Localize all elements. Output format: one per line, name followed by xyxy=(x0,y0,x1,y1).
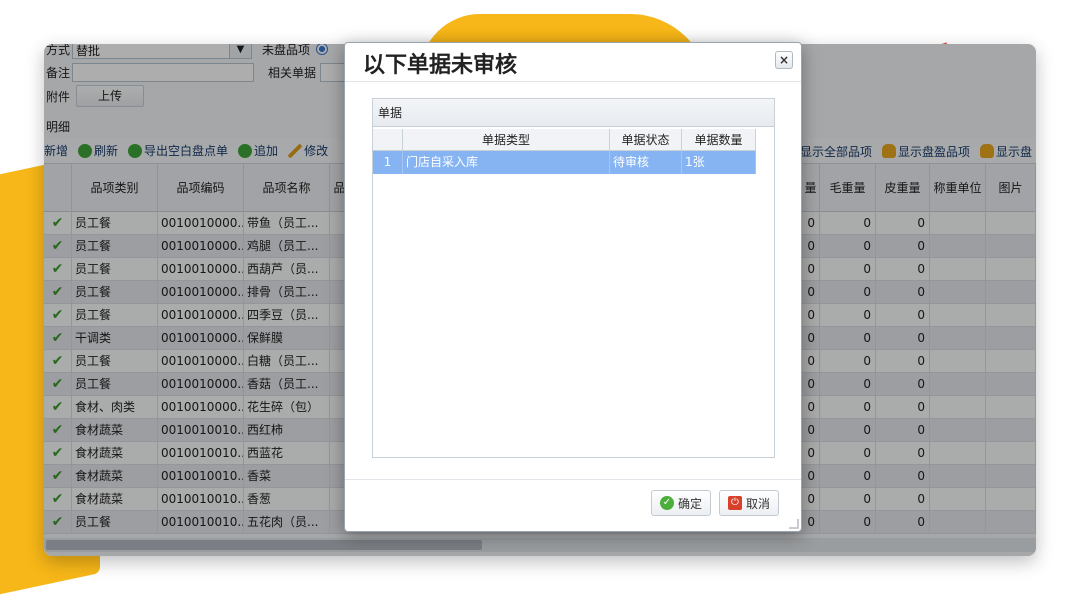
confirm-button[interactable]: ✓ 确定 xyxy=(651,490,712,516)
resize-grip-icon[interactable] xyxy=(789,519,799,529)
check-icon: ✓ xyxy=(660,496,674,510)
close-icon[interactable]: × xyxy=(775,51,793,69)
header-doc-type[interactable]: 单据类型 xyxy=(403,129,610,151)
header-doc-count[interactable]: 单据数量 xyxy=(682,129,756,151)
table-row[interactable]: 1 门店自采入库 待审核 1张 xyxy=(373,151,756,174)
power-icon: ⏻ xyxy=(728,496,742,510)
panel-title: 单据 xyxy=(373,99,774,127)
row-doc-status: 待审核 xyxy=(610,151,682,174)
unreviewed-docs-dialog: 以下单据未审核 × 单据 单据类型 单据状态 单据数量 1 门店自采入库 待审核… xyxy=(344,42,802,532)
cancel-label: 取消 xyxy=(746,496,771,511)
docs-panel: 单据 单据类型 单据状态 单据数量 1 门店自采入库 待审核 1张 xyxy=(372,98,775,458)
cancel-button[interactable]: ⏻ 取消 xyxy=(719,490,780,516)
row-index: 1 xyxy=(373,151,403,174)
dialog-title: 以下单据未审核 xyxy=(363,53,518,78)
divider xyxy=(345,81,801,82)
docs-table-header: 单据类型 单据状态 单据数量 xyxy=(373,129,756,151)
row-doc-type: 门店自采入库 xyxy=(403,151,610,174)
confirm-label: 确定 xyxy=(678,496,703,511)
row-doc-count: 1张 xyxy=(682,151,756,174)
header-doc-status[interactable]: 单据状态 xyxy=(610,129,682,151)
divider xyxy=(345,479,801,480)
header-index xyxy=(373,129,403,151)
stage: 方式 替批 ▼ 未盘品项 备注 相关单据 附件 上传 明细 新增 刷新 导出空白… xyxy=(0,0,1080,608)
